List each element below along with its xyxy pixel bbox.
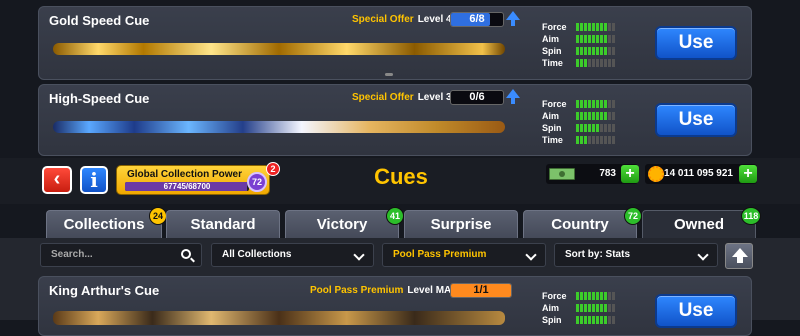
- force-bar: [576, 100, 615, 108]
- offer-label: Pool Pass Premium Level MAX: [310, 285, 458, 296]
- offer-label: Special Offer Level 4: [352, 14, 452, 25]
- use-button[interactable]: Use: [655, 26, 737, 60]
- info-button[interactable]: i: [80, 166, 108, 194]
- aim-bar: [576, 35, 615, 43]
- tab-standard[interactable]: Standard: [166, 210, 280, 240]
- level-progress-bar: 6/8: [450, 12, 504, 27]
- force-bar: [576, 23, 615, 31]
- tab-collections[interactable]: Collections 24: [46, 207, 167, 240]
- spin-bar: [576, 316, 615, 324]
- offer-label: Special Offer Level 3: [352, 92, 452, 103]
- chevron-down-icon: [525, 249, 537, 261]
- gold-speed-cue-image: [53, 43, 505, 55]
- level-progress-bar: 1/1: [450, 283, 512, 298]
- spin-bar: [576, 47, 615, 55]
- king-arthur-cue-image: [53, 311, 505, 325]
- chevron-down-icon: [697, 249, 709, 261]
- high-speed-cue-image: [53, 121, 505, 133]
- cue-name: King Arthur's Cue: [49, 283, 160, 298]
- spin-bar: [576, 124, 615, 132]
- cue-stats: Force Aim Spin: [542, 290, 615, 326]
- gcp-level-badge: 72: [247, 172, 267, 192]
- aim-bar: [576, 304, 615, 312]
- aim-bar: [576, 112, 615, 120]
- pass-dropdown[interactable]: Pool Pass Premium: [382, 243, 546, 267]
- tab-victory[interactable]: Victory 41: [285, 207, 404, 240]
- sort-dropdown[interactable]: Sort by: Stats: [554, 243, 718, 267]
- divider-dots: [385, 73, 393, 76]
- tab-surprise[interactable]: Surprise: [404, 210, 518, 240]
- page-title: Cues: [374, 164, 428, 189]
- cue-stats: Force Aim Spin Time: [542, 98, 615, 146]
- cash-icon: [549, 168, 575, 180]
- coin-icon: [648, 166, 664, 182]
- gcp-progress-bar: 67745/68700: [125, 182, 249, 191]
- upgrade-arrow-icon[interactable]: [506, 89, 520, 104]
- use-button[interactable]: Use: [655, 103, 737, 137]
- tab-owned[interactable]: Owned 118: [642, 207, 761, 240]
- back-button[interactable]: ‹: [42, 166, 72, 194]
- global-collection-power[interactable]: Global Collection Power 67745/68700 72: [116, 165, 270, 195]
- upgrade-arrow-icon[interactable]: [506, 11, 520, 26]
- add-cash-button[interactable]: +: [621, 165, 639, 183]
- level-progress-bar: 0/6: [450, 90, 504, 105]
- cue-stats: Force Aim Spin Time: [542, 21, 615, 69]
- cue-name: Gold Speed Cue: [49, 13, 150, 28]
- add-coins-button[interactable]: +: [739, 165, 757, 183]
- gcp-label: Global Collection Power: [127, 169, 243, 180]
- collections-dropdown[interactable]: All Collections: [211, 243, 374, 267]
- search-input[interactable]: Search...: [40, 243, 202, 267]
- time-bar: [576, 136, 615, 144]
- sort-direction-button[interactable]: [725, 243, 753, 269]
- chevron-down-icon: [353, 249, 365, 261]
- cue-name: High-Speed Cue: [49, 91, 150, 106]
- time-bar: [576, 59, 615, 67]
- category-tabs: Collections 24 Standard Victory 41 Surpris…: [0, 206, 800, 240]
- force-bar: [576, 292, 615, 300]
- tab-country[interactable]: Country 72: [523, 207, 642, 240]
- use-button[interactable]: Use: [655, 294, 737, 328]
- notification-badge: 2: [266, 162, 280, 176]
